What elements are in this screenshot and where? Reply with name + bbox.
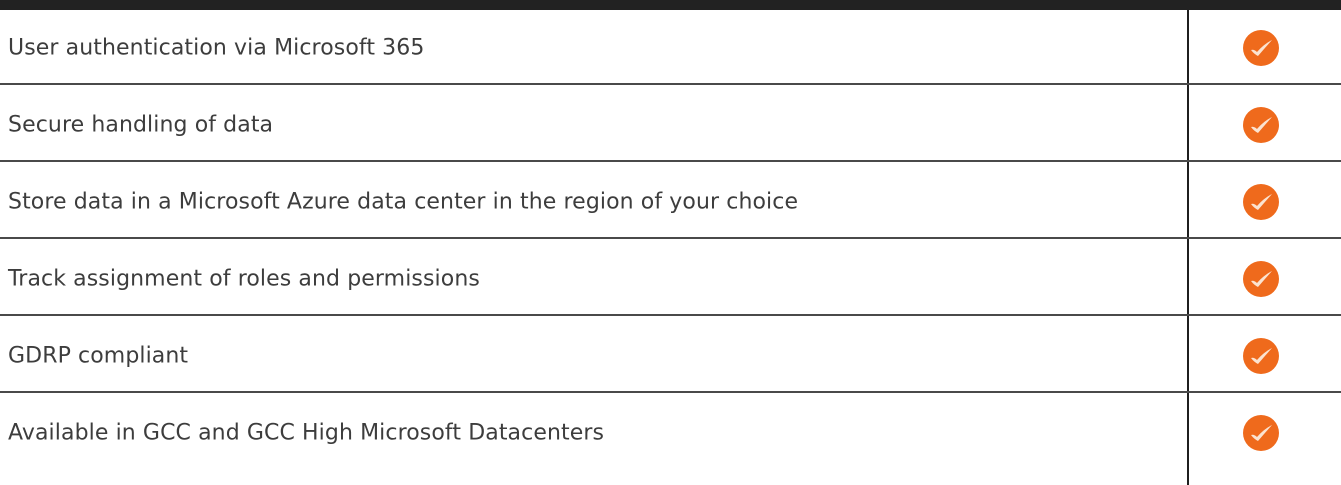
feature-label: GDRP compliant (8, 343, 189, 368)
top-rule (0, 0, 1341, 10)
row-separator (0, 83, 1341, 85)
row-separator (0, 391, 1341, 393)
check-icon (1243, 183, 1279, 220)
feature-label: Secure handling of data (8, 112, 274, 137)
feature-label: User authentication via Microsoft 365 (8, 35, 425, 60)
feature-label: Track assignment of roles and permission… (8, 266, 480, 291)
table-row: User authentication via Microsoft 365 (0, 10, 1341, 85)
row-separator (0, 160, 1341, 162)
table-row: Secure handling of data (0, 87, 1341, 162)
check-icon (1243, 414, 1279, 451)
feature-label: Available in GCC and GCC High Microsoft … (8, 420, 605, 445)
table-row: Available in GCC and GCC High Microsoft … (0, 395, 1341, 470)
row-separator (0, 314, 1341, 316)
table-row: Store data in a Microsoft Azure data cen… (0, 164, 1341, 239)
table-row: GDRP compliant (0, 318, 1341, 393)
check-icon (1243, 337, 1279, 374)
feature-label: Store data in a Microsoft Azure data cen… (8, 189, 799, 214)
check-icon (1243, 260, 1279, 297)
row-separator (0, 237, 1341, 239)
feature-table: User authentication via Microsoft 365 Se… (0, 0, 1341, 485)
check-icon (1243, 29, 1279, 66)
table-row: Track assignment of roles and permission… (0, 241, 1341, 316)
check-icon (1243, 106, 1279, 143)
